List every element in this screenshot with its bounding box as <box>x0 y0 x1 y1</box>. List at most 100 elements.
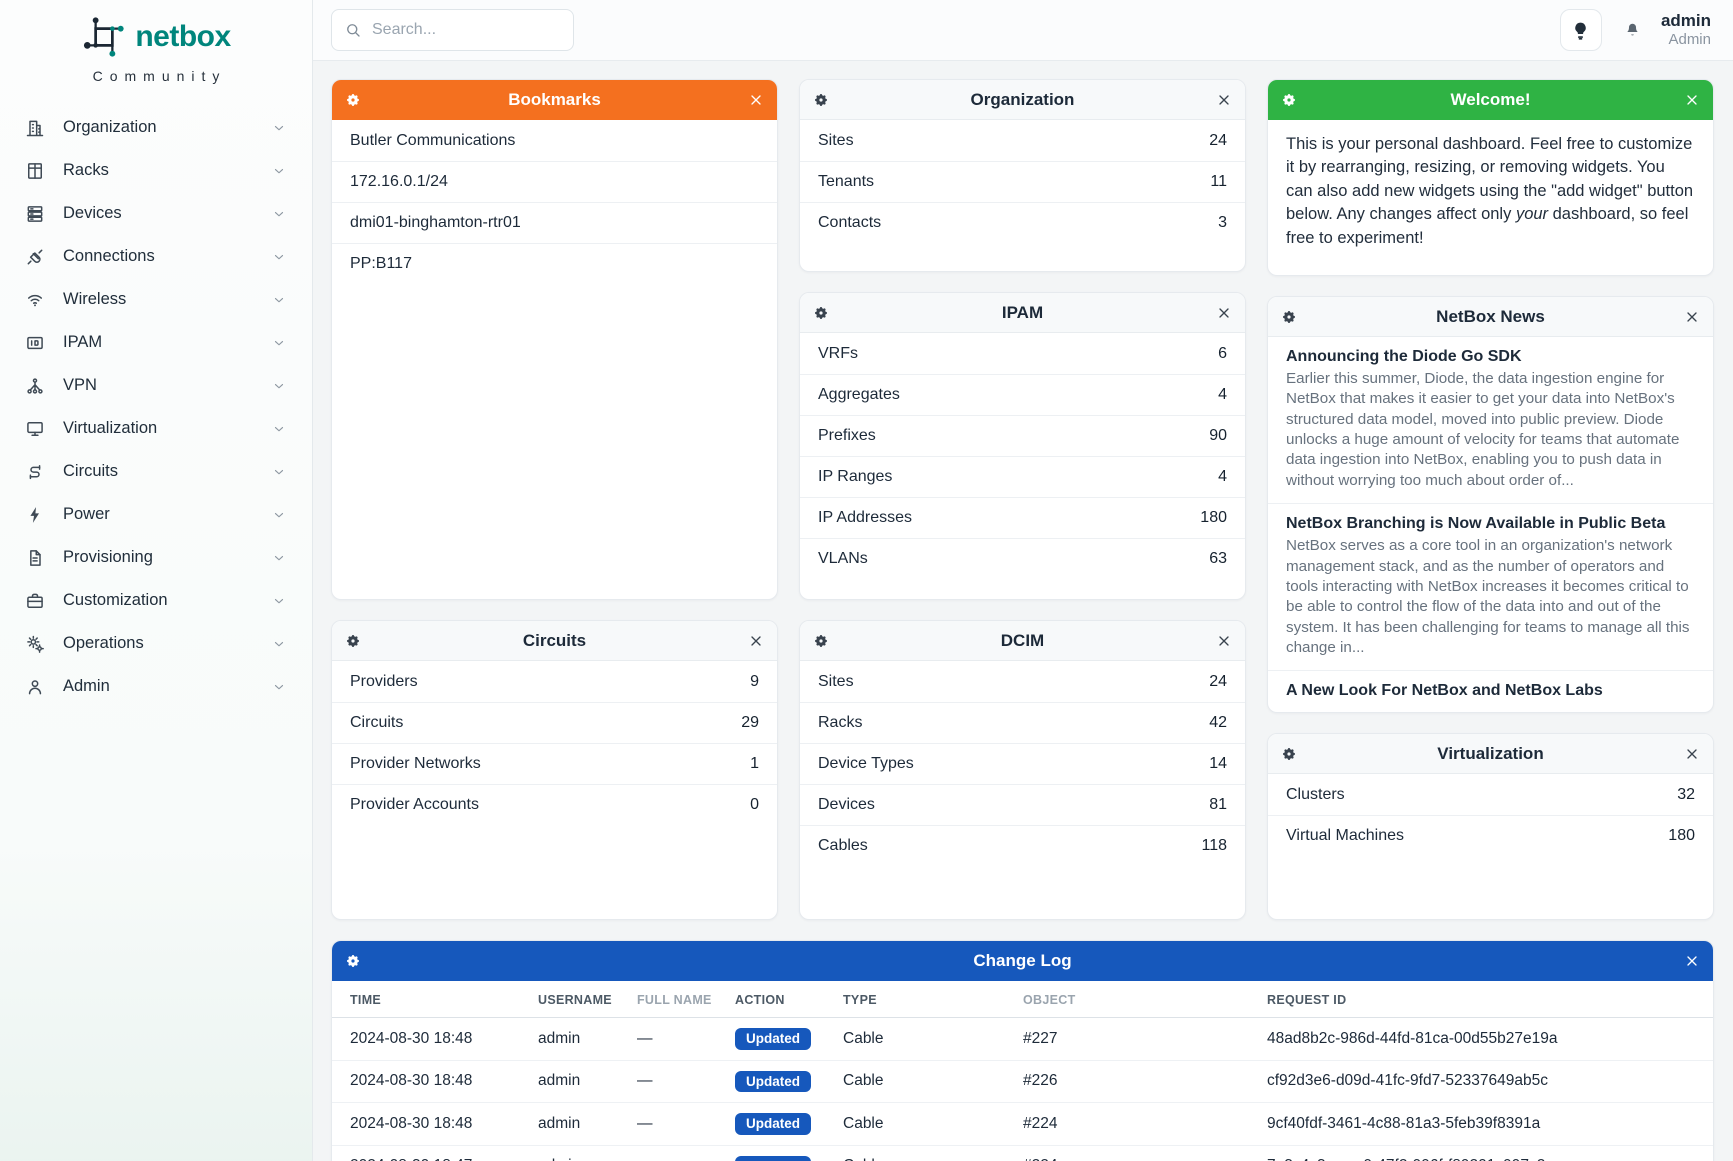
object-link[interactable]: #226 <box>1005 1060 1249 1103</box>
stat-label[interactable]: Prefixes <box>818 427 876 445</box>
stat-label[interactable]: Device Types <box>818 755 914 773</box>
stat-value[interactable]: 24 <box>1209 132 1227 150</box>
widget-close-button[interactable] <box>748 92 764 108</box>
request-id-link[interactable]: cf92d3e6-d09d-41fc-9fd7-52337649ab5c <box>1249 1060 1713 1103</box>
stat-label[interactable]: Virtual Machines <box>1286 827 1404 845</box>
stat-value[interactable]: 32 <box>1677 786 1695 804</box>
stat-label[interactable]: Cables <box>818 837 868 855</box>
request-id-link[interactable]: 7a3c4c3c-aca9-47f2-996f-f89201c997c2 <box>1249 1145 1713 1161</box>
stat-value[interactable]: 63 <box>1209 550 1227 568</box>
sidebar-item-connections[interactable]: Connections <box>0 235 312 278</box>
column-header-time[interactable]: TIME <box>332 981 520 1018</box>
widget-config-button[interactable] <box>345 92 361 108</box>
search-input[interactable] <box>372 21 561 39</box>
sidebar-item-vpn[interactable]: VPN <box>0 364 312 407</box>
column-header-username[interactable]: USERNAME <box>520 981 619 1018</box>
widget-config-button[interactable] <box>345 953 361 969</box>
stat-label[interactable]: Provider Networks <box>350 755 481 773</box>
stat-value[interactable]: 90 <box>1209 427 1227 445</box>
object-link[interactable]: #227 <box>1005 1018 1249 1061</box>
stat-value[interactable]: 0 <box>750 796 759 814</box>
widget-close-button[interactable] <box>1216 305 1232 321</box>
column-header-full-name[interactable]: FULL NAME <box>619 981 717 1018</box>
widget-config-button[interactable] <box>813 305 829 321</box>
widget-header[interactable]: DCIM <box>800 621 1245 661</box>
widget-close-button[interactable] <box>1684 92 1700 108</box>
widget-config-button[interactable] <box>1281 92 1297 108</box>
stat-value[interactable]: 180 <box>1200 509 1227 527</box>
stat-label[interactable]: Contacts <box>818 214 881 232</box>
request-id-link[interactable]: 9cf40fdf-3461-4c88-81a3-5feb39f8391a <box>1249 1103 1713 1146</box>
stat-label[interactable]: VRFs <box>818 345 858 363</box>
stat-value[interactable]: 118 <box>1201 837 1227 855</box>
stat-label[interactable]: Racks <box>818 714 862 732</box>
widget-close-button[interactable] <box>1684 953 1700 969</box>
stat-label[interactable]: Devices <box>818 796 875 814</box>
sidebar-item-organization[interactable]: Organization <box>0 106 312 149</box>
stat-label[interactable]: IP Ranges <box>818 468 892 486</box>
time-link[interactable]: 2024-08-30 18:48 <box>332 1018 520 1061</box>
widget-config-button[interactable] <box>1281 746 1297 762</box>
bookmark-link[interactable]: Butler Communications <box>350 132 515 150</box>
bookmark-link[interactable]: 172.16.0.1/24 <box>350 173 448 191</box>
sidebar-item-virtualization[interactable]: Virtualization <box>0 407 312 450</box>
widget-config-button[interactable] <box>1281 309 1297 325</box>
stat-label[interactable]: Circuits <box>350 714 403 732</box>
column-header-type[interactable]: TYPE <box>825 981 1005 1018</box>
column-header-request-id[interactable]: REQUEST ID <box>1249 981 1713 1018</box>
widget-close-button[interactable] <box>1684 746 1700 762</box>
time-link[interactable]: 2024-08-30 18:48 <box>332 1103 520 1146</box>
stat-label[interactable]: Clusters <box>1286 786 1345 804</box>
sidebar-item-racks[interactable]: Racks <box>0 149 312 192</box>
widget-close-button[interactable] <box>748 633 764 649</box>
stat-value[interactable]: 4 <box>1218 386 1227 404</box>
sidebar-item-wireless[interactable]: Wireless <box>0 278 312 321</box>
stat-value[interactable]: 81 <box>1209 796 1227 814</box>
stat-label[interactable]: Aggregates <box>818 386 900 404</box>
stat-value[interactable]: 24 <box>1209 673 1227 691</box>
stat-label[interactable]: IP Addresses <box>818 509 912 527</box>
stat-value[interactable]: 14 <box>1209 755 1227 773</box>
widget-close-button[interactable] <box>1216 92 1232 108</box>
sidebar-item-devices[interactable]: Devices <box>0 192 312 235</box>
stat-value[interactable]: 180 <box>1668 827 1695 845</box>
stat-label[interactable]: VLANs <box>818 550 868 568</box>
brand-logo-link[interactable]: netbox <box>81 14 230 60</box>
news-item-title[interactable]: NetBox Branching is Now Available in Pub… <box>1286 515 1695 533</box>
sidebar-item-operations[interactable]: Operations <box>0 622 312 665</box>
stat-value[interactable]: 3 <box>1218 214 1227 232</box>
sidebar-item-provisioning[interactable]: Provisioning <box>0 536 312 579</box>
bookmark-link[interactable]: PP:B117 <box>350 255 412 273</box>
stat-value[interactable]: 1 <box>750 755 759 773</box>
widget-header[interactable]: IPAM <box>800 293 1245 333</box>
stat-label[interactable]: Provider Accounts <box>350 796 479 814</box>
column-header-object[interactable]: OBJECT <box>1005 981 1249 1018</box>
widget-header[interactable]: Organization <box>800 80 1245 120</box>
time-link[interactable]: 2024-08-30 18:47 <box>332 1145 520 1161</box>
stat-value[interactable]: 42 <box>1209 714 1227 732</box>
stat-label[interactable]: Sites <box>818 673 854 691</box>
sidebar-item-ipam[interactable]: IPAM <box>0 321 312 364</box>
stat-label[interactable]: Tenants <box>818 173 874 191</box>
object-link[interactable]: #224 <box>1005 1145 1249 1161</box>
stat-value[interactable]: 6 <box>1218 345 1227 363</box>
user-menu[interactable]: admin Admin <box>1661 11 1711 49</box>
bookmark-link[interactable]: dmi01-binghamton-rtr01 <box>350 214 521 232</box>
widget-header[interactable]: Circuits <box>332 621 777 661</box>
widget-header[interactable]: Change Log <box>332 941 1713 981</box>
notifications-button[interactable] <box>1622 18 1643 42</box>
object-link[interactable]: #224 <box>1005 1103 1249 1146</box>
sidebar-item-admin[interactable]: Admin <box>0 665 312 708</box>
widget-header[interactable]: NetBox News <box>1268 297 1713 337</box>
stat-label[interactable]: Providers <box>350 673 418 691</box>
widget-close-button[interactable] <box>1216 633 1232 649</box>
column-header-action[interactable]: ACTION <box>717 981 825 1018</box>
stat-value[interactable]: 29 <box>741 714 759 732</box>
widget-header[interactable]: Bookmarks <box>332 80 777 120</box>
news-item-title[interactable]: A New Look For NetBox and NetBox Labs <box>1286 682 1695 700</box>
time-link[interactable]: 2024-08-30 18:48 <box>332 1060 520 1103</box>
sidebar-item-customization[interactable]: Customization <box>0 579 312 622</box>
sidebar-item-power[interactable]: Power <box>0 493 312 536</box>
stat-value[interactable]: 11 <box>1210 173 1227 191</box>
widget-config-button[interactable] <box>813 633 829 649</box>
